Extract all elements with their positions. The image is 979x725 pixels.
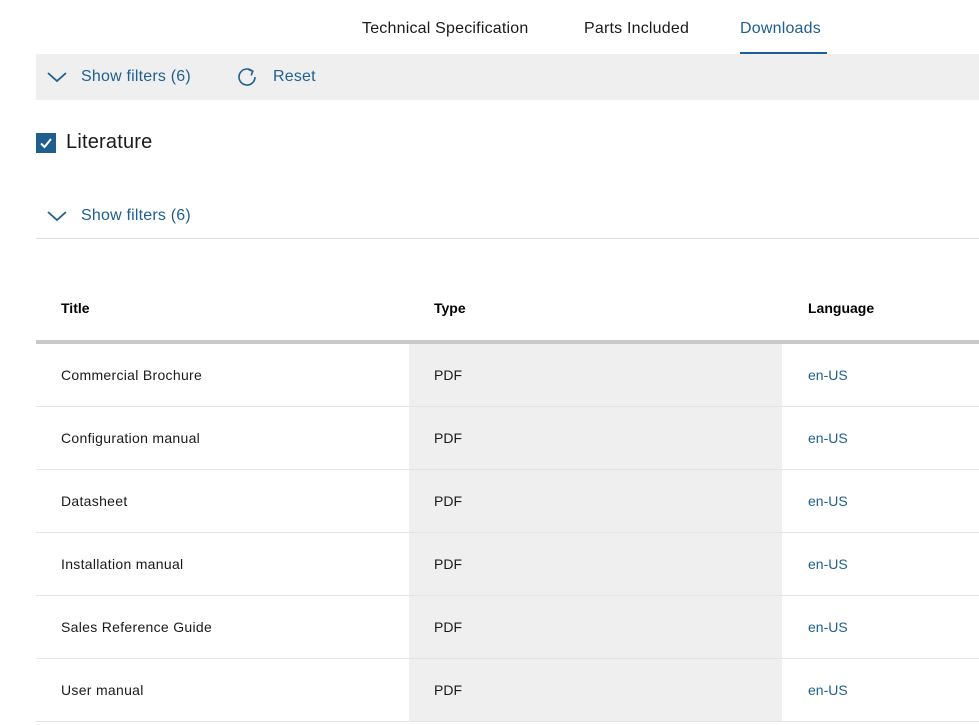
- tab-downloads[interactable]: Downloads: [740, 20, 821, 38]
- cell-type: PDF: [409, 407, 782, 469]
- show-filters-label: Show filters (6): [81, 68, 191, 85]
- reset-label: Reset: [273, 68, 316, 85]
- reset-button[interactable]: Reset: [236, 54, 316, 100]
- checkmark-icon: [40, 137, 52, 148]
- cell-language-link[interactable]: en-US: [808, 470, 848, 532]
- cell-title: Commercial Brochure: [61, 367, 203, 383]
- show-filters-button-literature[interactable]: Show filters (6): [46, 196, 191, 236]
- cell-type: PDF: [409, 344, 782, 406]
- cell-type: PDF: [409, 659, 782, 721]
- header-language: Language: [808, 300, 875, 316]
- literature-label: Literature: [66, 131, 153, 153]
- tab-parts-included[interactable]: Parts Included: [584, 20, 689, 38]
- chevron-down-icon: [46, 205, 68, 227]
- show-filters-button[interactable]: Show filters (6): [46, 54, 191, 100]
- cell-type: PDF: [409, 533, 782, 595]
- cell-title: Installation manual: [61, 556, 184, 572]
- header-type: Type: [434, 300, 466, 316]
- tab-technical-specification[interactable]: Technical Specification: [362, 20, 528, 38]
- checkbox-checked[interactable]: [36, 132, 56, 153]
- cell-language-link[interactable]: en-US: [808, 533, 848, 595]
- table-row: Configuration manual PDF en-US: [36, 407, 979, 470]
- cell-language-link[interactable]: en-US: [808, 407, 848, 469]
- cell-title: Datasheet: [61, 493, 128, 509]
- table-row: User manual PDF en-US: [36, 659, 979, 722]
- cell-language-link[interactable]: en-US: [808, 344, 848, 406]
- downloads-table: Title Type Language Commercial Brochure …: [36, 278, 979, 722]
- cell-language-link[interactable]: en-US: [808, 659, 848, 721]
- chevron-down-icon: [46, 66, 68, 88]
- literature-filters: Show filters (6): [36, 196, 979, 239]
- cell-title: Sales Reference Guide: [61, 619, 213, 635]
- header-title: Title: [61, 300, 90, 316]
- table-header: Title Type Language: [36, 278, 979, 344]
- cell-title: Configuration manual: [61, 430, 201, 446]
- show-filters-label: Show filters (6): [81, 207, 191, 224]
- filter-bar: Show filters (6) Reset: [36, 54, 979, 100]
- cell-type: PDF: [409, 470, 782, 532]
- table-row: Sales Reference Guide PDF en-US: [36, 596, 979, 659]
- cell-language-link[interactable]: en-US: [808, 596, 848, 658]
- table-row: Installation manual PDF en-US: [36, 533, 979, 596]
- tab-bar: Technical Specification Parts Included D…: [0, 0, 979, 54]
- refresh-icon: [236, 66, 258, 88]
- table-row: Datasheet PDF en-US: [36, 470, 979, 533]
- cell-type: PDF: [409, 596, 782, 658]
- cell-title: User manual: [61, 682, 144, 698]
- table-row: Commercial Brochure PDF en-US: [36, 344, 979, 407]
- literature-checkbox[interactable]: Literature: [36, 131, 153, 154]
